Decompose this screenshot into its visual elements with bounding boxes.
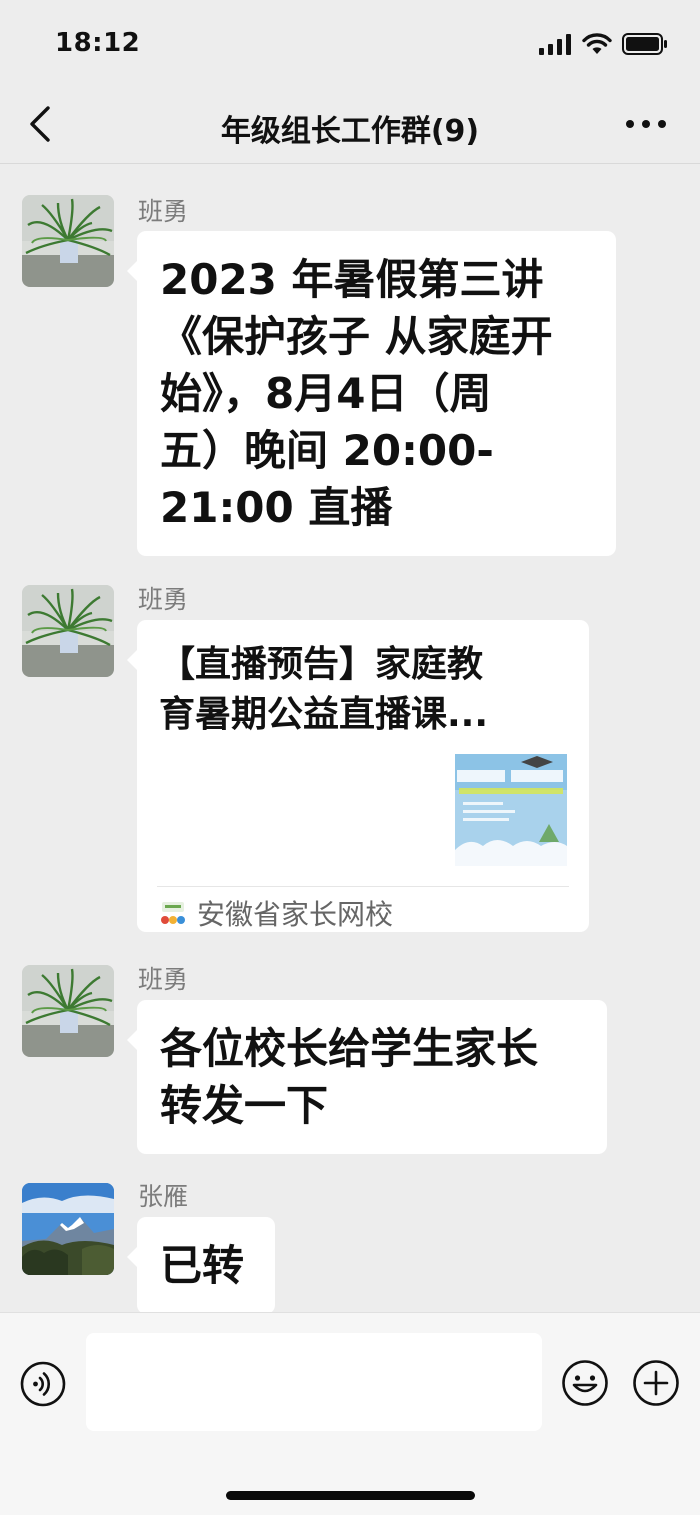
plant-avatar-image (22, 965, 114, 1057)
more-dots-icon[interactable] (624, 110, 668, 138)
message-text-line: 始》，8月4日（周 (160, 369, 492, 418)
mountain-avatar-image (22, 1183, 114, 1275)
message-text-line: 转发一下 (160, 1081, 329, 1130)
wifi-icon (582, 33, 612, 54)
message-input[interactable] (86, 1333, 542, 1431)
emoji-icon[interactable] (561, 1359, 609, 1407)
voice-icon[interactable] (20, 1361, 66, 1407)
status-time: 18:12 (55, 28, 141, 58)
plant-avatar-image (22, 585, 114, 677)
card-source-name: 安徽省家长网校 (197, 898, 394, 931)
message-bubble[interactable]: 各位校长给学生家长 转发一下 (127, 1000, 607, 1154)
sender-name: 班勇 (138, 585, 189, 614)
avatar[interactable] (22, 1183, 114, 1275)
sender-name: 班勇 (138, 965, 189, 994)
card-thumbnail (455, 754, 567, 866)
sender-name: 班勇 (138, 197, 189, 226)
message-bubble[interactable]: 已转 (127, 1217, 275, 1314)
message-text-line: 各位校长给学生家长 (160, 1024, 539, 1073)
chat-title: 年级组长工作群(9) (220, 114, 480, 149)
card-title: 【直播预告】家庭教 育暑期公益直播课... (159, 640, 569, 740)
message-text-line: 已转 (160, 1241, 245, 1290)
chat-header: 年级组长工作群(9) (0, 88, 700, 164)
status-icons (538, 32, 668, 56)
message-text-line: 五）晚间 20:00- (160, 426, 494, 475)
avatar[interactable] (22, 585, 114, 677)
sender-name: 张雁 (138, 1182, 189, 1211)
message-text-line: 21:00 直播 (160, 483, 393, 532)
card-title-line: 育暑期公益直播课... (159, 694, 489, 735)
home-indicator (226, 1491, 475, 1500)
message-bubble[interactable]: 2023 年暑假第三讲 《保护孩子 从家庭开 始》，8月4日（周 五）晚间 20… (127, 231, 616, 556)
message-text-line: 2023 年暑假第三讲 (160, 255, 544, 304)
input-toolbar (0, 1312, 700, 1515)
plant-avatar-image (22, 195, 114, 287)
message-text-line: 《保护孩子 从家庭开 (160, 312, 553, 361)
signal-icon (539, 34, 571, 55)
battery-icon (622, 33, 667, 55)
link-card[interactable]: 【直播预告】家庭教 育暑期公益直播课... 安徽省家长网校 (127, 620, 589, 932)
avatar[interactable] (22, 195, 114, 287)
status-bar: 18:12 (0, 0, 700, 88)
plus-icon[interactable] (632, 1359, 680, 1407)
card-title-line: 【直播预告】家庭教 (159, 644, 484, 685)
avatar[interactable] (22, 965, 114, 1057)
card-divider (157, 886, 569, 887)
school-logo-icon (161, 902, 185, 924)
